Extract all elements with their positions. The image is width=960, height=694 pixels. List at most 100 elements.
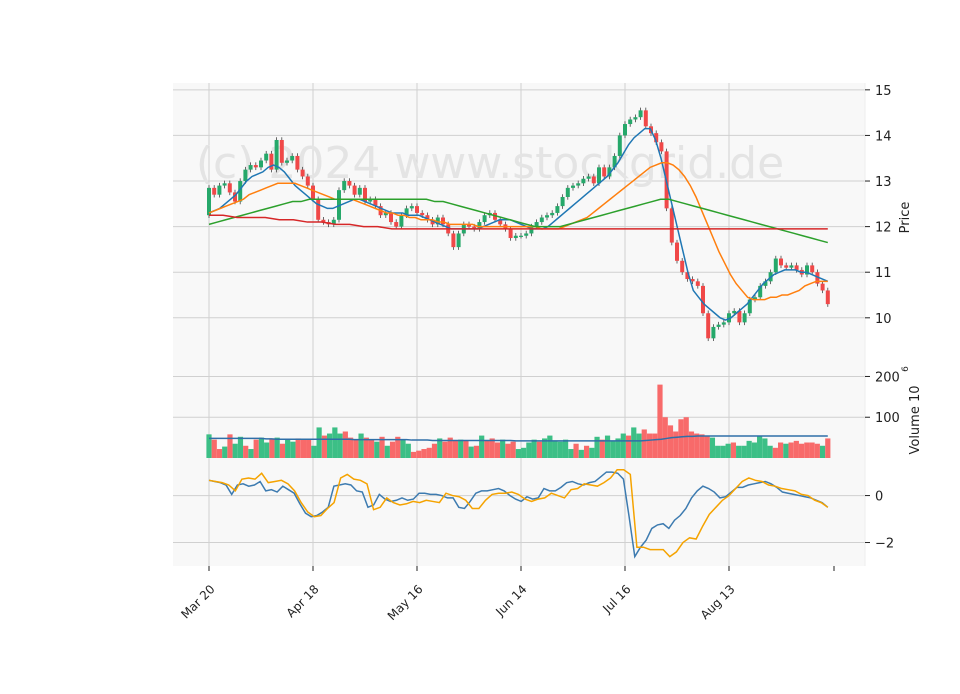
volume-bar <box>730 442 737 458</box>
candle-body <box>581 178 586 184</box>
volume-bar <box>258 437 265 458</box>
candle-body <box>773 258 778 273</box>
volume-bar <box>825 438 831 458</box>
volume-bar <box>778 442 784 458</box>
price-axis-label: Price <box>898 202 913 234</box>
candle-body <box>623 124 627 136</box>
volume-bar <box>211 439 217 458</box>
volume-bar <box>463 440 469 458</box>
volume-bar <box>232 443 238 458</box>
candle-body <box>399 215 404 227</box>
volume-bar <box>757 435 763 458</box>
y-tick-label: 0 <box>875 490 883 505</box>
x-tick-label: May 16 <box>385 582 426 623</box>
volume-bar <box>358 433 364 458</box>
volume-bar <box>604 435 611 458</box>
volume-axis-exponent: 6 <box>901 366 911 372</box>
candle-body <box>352 185 357 195</box>
candle-body <box>820 283 825 291</box>
candle-body <box>545 215 549 218</box>
candle-body <box>259 160 263 168</box>
volume-bar <box>311 445 317 458</box>
volume-bar <box>400 439 406 458</box>
candle-body <box>227 183 232 193</box>
volume-bar <box>489 438 495 458</box>
candle-body <box>394 222 399 227</box>
volume-bar <box>767 445 773 458</box>
candle-body <box>550 212 555 216</box>
volume-bar <box>620 433 626 458</box>
panel-background-3 <box>173 458 865 566</box>
candle-body <box>409 206 414 209</box>
x-tick-label: Jul 16 <box>599 582 633 616</box>
candle-body <box>415 206 419 213</box>
volume-bar <box>421 449 427 458</box>
volume-bar <box>526 442 532 458</box>
candle-body <box>565 187 570 197</box>
y-tick-label: 15 <box>875 84 892 99</box>
volume-bar <box>636 433 642 458</box>
y-tick-label: 13 <box>875 175 892 190</box>
candle-body <box>441 217 445 225</box>
candle-body <box>576 183 581 186</box>
volume-bar <box>751 442 757 458</box>
volume-bar <box>300 439 306 458</box>
candle-body <box>617 135 622 156</box>
volume-bar <box>641 429 647 458</box>
candle-body <box>779 258 783 266</box>
y-tick-label: 11 <box>875 266 892 281</box>
volume-bar <box>316 427 322 458</box>
candle-body <box>706 313 711 339</box>
candle-body <box>742 313 747 323</box>
stock-chart: (c) 2024 www.stockgrid.de Mar 20 Apr 18 Ma… <box>0 0 960 690</box>
volume-bar <box>216 449 223 458</box>
candle-body <box>508 228 513 239</box>
volume-bar <box>667 425 674 458</box>
candle-body <box>643 110 648 127</box>
volume-bar <box>694 433 700 458</box>
volume-bar <box>536 441 542 458</box>
volume-bar <box>494 442 501 458</box>
volume-bar <box>798 443 805 458</box>
volume-bar <box>332 427 338 458</box>
volume-bar <box>568 449 574 458</box>
candle-body <box>389 212 393 223</box>
candle-body <box>342 181 347 191</box>
volume-bar <box>709 437 716 458</box>
volume-bar <box>353 439 359 458</box>
volume-bar <box>599 439 605 458</box>
volume-bar <box>389 441 396 458</box>
volume-bar <box>368 439 375 458</box>
volume-bar <box>416 450 422 458</box>
candle-body <box>539 217 544 223</box>
candle-body <box>789 265 794 268</box>
candle-body <box>701 285 705 314</box>
candle-body <box>602 167 607 177</box>
volume-bar <box>788 442 794 458</box>
volume-bar <box>793 440 799 458</box>
candle-body <box>482 215 487 223</box>
y-tick-label: 10 <box>875 312 892 327</box>
volume-bar <box>437 438 443 458</box>
candle-body <box>784 265 789 268</box>
volume-bar <box>594 436 600 458</box>
volume-bar <box>562 439 569 458</box>
candle-body <box>456 233 461 248</box>
volume-bar <box>374 441 380 458</box>
y-tick-label: 12 <box>875 221 892 236</box>
volume-bar <box>479 435 485 458</box>
volume-bar <box>347 437 354 458</box>
volume-bar <box>683 417 689 458</box>
volume-bar <box>610 440 616 458</box>
candle-body <box>669 208 674 243</box>
candle-body <box>638 110 643 118</box>
volume-bar <box>720 445 726 458</box>
volume-bar <box>725 443 731 458</box>
volume-bar <box>762 438 768 458</box>
volume-bar <box>809 442 815 458</box>
candle-body <box>357 187 362 195</box>
volume-bar <box>505 443 511 458</box>
candle-body <box>316 199 321 220</box>
volume-bar <box>458 439 464 458</box>
volume-bar <box>531 439 537 458</box>
